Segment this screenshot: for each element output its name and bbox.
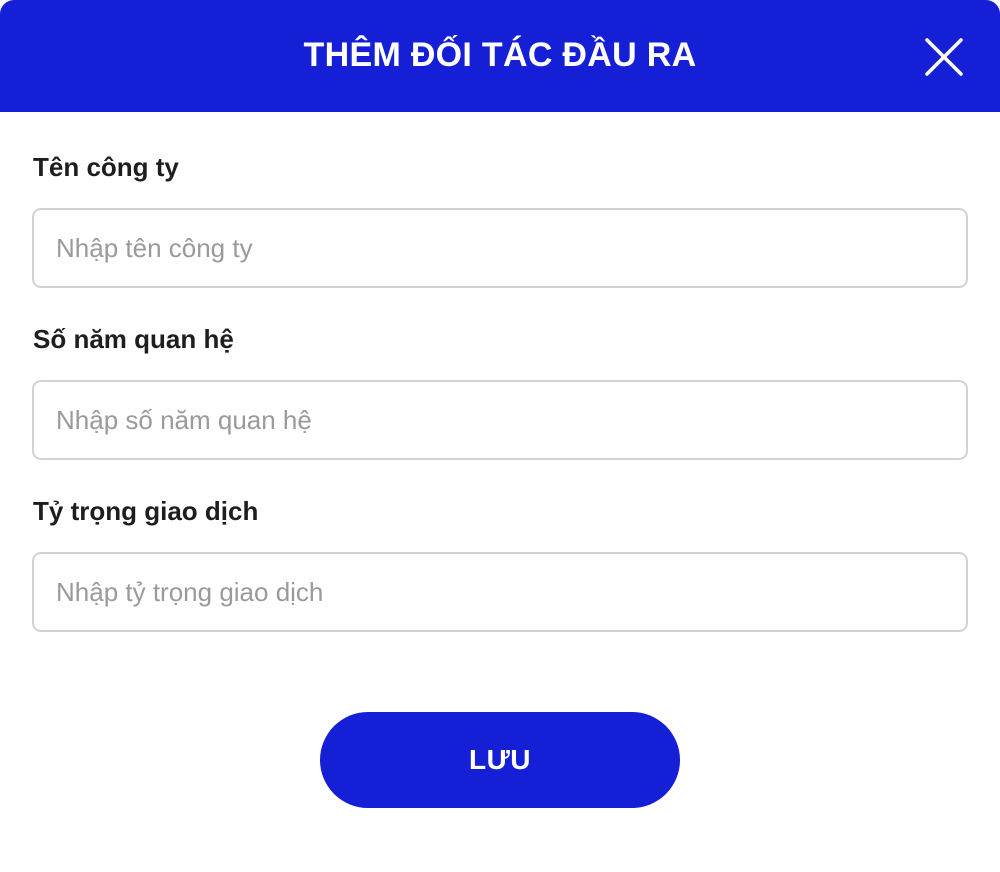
company-name-input[interactable] [32,208,968,288]
add-output-partner-dialog: THÊM ĐỐI TÁC ĐẦU RA Tên công ty Số năm q… [0,0,1000,872]
company-name-label: Tên công ty [33,152,179,182]
years-relationship-label: Số năm quan hệ [33,324,234,354]
dialog-title: THÊM ĐỐI TÁC ĐẦU RA [303,35,697,74]
transaction-share-input[interactable] [32,552,968,632]
transaction-share-label: Tỷ trọng giao dịch [33,496,259,526]
save-button[interactable]: LƯU [320,712,680,808]
close-icon[interactable] [922,35,966,79]
years-relationship-input[interactable] [32,380,968,460]
dialog-header: THÊM ĐỐI TÁC ĐẦU RA [0,0,1000,112]
